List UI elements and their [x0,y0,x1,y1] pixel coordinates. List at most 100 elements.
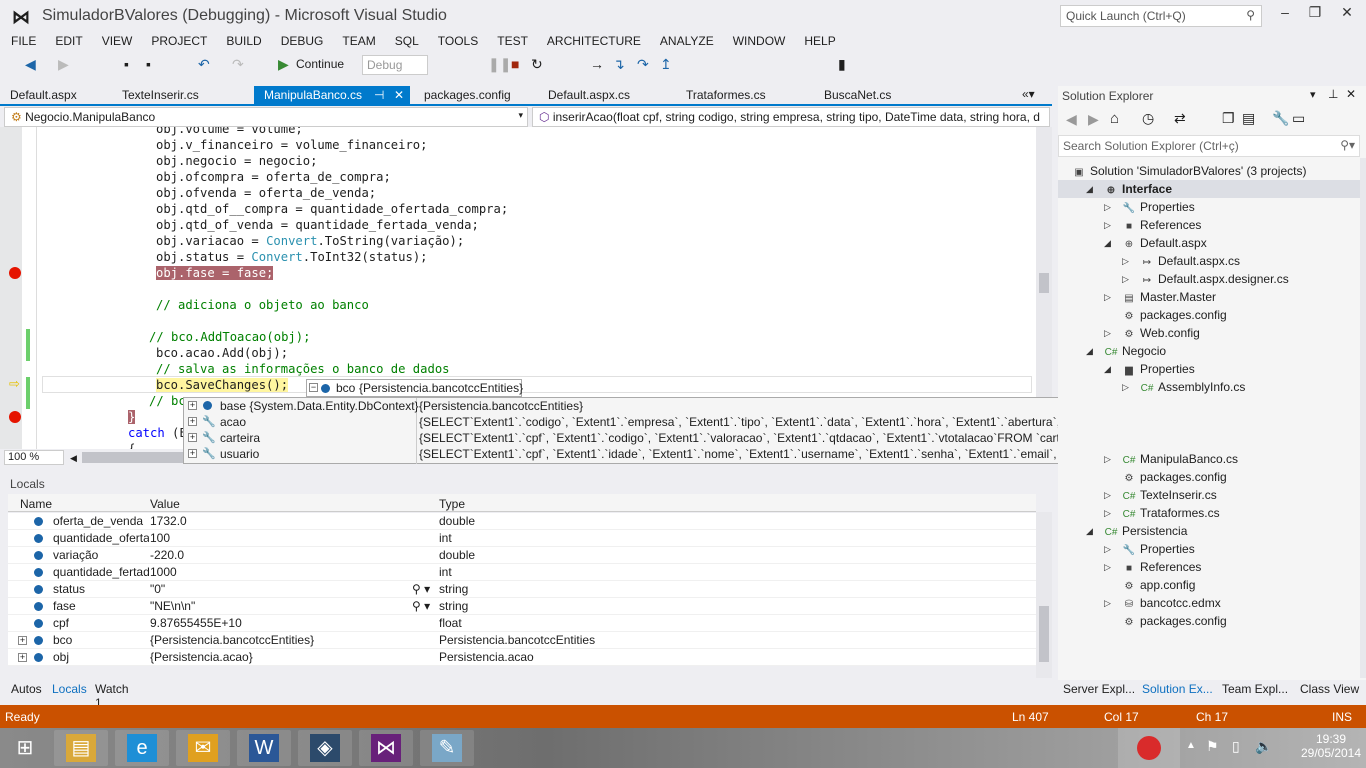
solution-item[interactable]: C# Negocio [1104,342,1166,360]
volume-icon[interactable]: 🔈 [1255,738,1272,755]
undo-icon[interactable]: ↶ [198,56,210,73]
collapsed-arrow-icon[interactable]: ▷ [1104,202,1111,213]
expand-icon[interactable]: + [18,636,27,645]
expand-icon[interactable]: + [188,401,197,410]
expanded-arrow-icon[interactable]: ◢ [1086,526,1093,537]
tab-default-aspx[interactable]: Default.aspx [0,86,120,104]
navigate-back-icon[interactable]: ◀ [25,56,36,73]
continue-icon[interactable]: ▶ [278,56,289,73]
show-all-files-icon[interactable]: ▤ [1242,110,1255,127]
local-value[interactable]: "NE\n\n" [150,598,195,615]
menu-file[interactable]: FILE [0,32,44,50]
mysql-workbench-icon[interactable]: ◈ [298,730,352,766]
tab-trataformes-cs[interactable]: Trataformes.cs [676,86,796,104]
outlook-icon[interactable]: ✉ [176,730,230,766]
solution-item[interactable]: 🔧 Properties [1122,540,1195,558]
local-value[interactable]: {Persistencia.acao} [150,649,253,666]
solution-item[interactable]: ⚙ app.config [1122,576,1196,594]
close-panel-icon[interactable]: ✕ [1346,87,1356,101]
solution-item[interactable]: ↦ Default.aspx.designer.cs [1140,270,1289,288]
locals-row[interactable]: quantidade_oferta 100 int [8,530,1036,547]
menu-team[interactable]: TEAM [331,32,383,50]
preview-icon[interactable]: ▭ [1292,110,1305,127]
collapsed-arrow-icon[interactable]: ▷ [1104,328,1111,339]
bookmark-icon[interactable]: ▮ [838,56,846,73]
expand-icon[interactable]: + [188,449,197,458]
continue-button[interactable]: Continue [296,57,344,71]
minimize-button[interactable]: – [1270,4,1300,26]
save-icon[interactable]: ▪ [124,56,129,72]
collapsed-arrow-icon[interactable]: ▷ [1122,382,1129,393]
step-out-icon[interactable]: ↥ [660,56,672,73]
home-icon[interactable]: ⌂ [1110,110,1119,127]
step-over-icon[interactable]: ↷ [637,56,649,73]
column-value[interactable]: Value [150,497,180,511]
tab-overflow-icon[interactable]: «▾ [1022,87,1035,101]
battery-icon[interactable]: ▯ [1232,738,1240,755]
solution-item[interactable]: ⛁ bancotcc.edmx [1122,594,1221,612]
expanded-arrow-icon[interactable]: ◢ [1104,238,1111,249]
action-center-flag-icon[interactable]: ⚑ [1206,738,1219,755]
solution-item[interactable]: ▆ Properties [1122,360,1195,378]
visual-studio-icon[interactable]: ⋈ [359,730,413,766]
clock[interactable]: 19:39 29/05/2014 [1300,732,1362,760]
menu-help[interactable]: HELP [793,32,843,50]
start-windows-icon[interactable]: ⊞ [0,730,50,766]
collapsed-arrow-icon[interactable]: ▷ [1104,292,1111,303]
collapsed-arrow-icon[interactable]: ▷ [1104,598,1111,609]
local-value[interactable]: 9.87655455E+10 [150,615,242,632]
maximize-button[interactable]: ❐ [1300,4,1330,26]
solution-item[interactable]: C# Trataformes.cs [1122,504,1220,522]
save-all-icon[interactable]: ▪ [146,56,151,72]
close-tab-icon[interactable]: ✕ [394,86,404,104]
pin-icon[interactable]: ⊥ [1328,87,1338,101]
tab-manipulabanco-cs[interactable]: ManipulaBanco.cs ⊣ ✕ [254,86,410,104]
back-icon[interactable]: ◀ [1066,111,1077,128]
text-visualizer-icon[interactable]: ⚲ ▾ [412,581,430,598]
paint-icon[interactable]: ✎ [420,730,474,766]
locals-scrollbar[interactable] [1036,512,1052,678]
locals-row[interactable]: variação -220.0 double [8,547,1036,564]
sync-icon[interactable]: ⇄ [1174,110,1186,127]
panel-menu-icon[interactable]: ▾ [1310,88,1316,101]
solution-item[interactable]: ▤ Master.Master [1122,288,1216,306]
menu-debug[interactable]: DEBUG [270,32,332,50]
solution-item[interactable]: ⊕ Interface [1104,180,1172,198]
forward-icon[interactable]: ▶ [1088,111,1099,128]
collapsed-arrow-icon[interactable]: ▷ [1104,508,1111,519]
tray-app-alert-icon[interactable] [1118,728,1180,768]
show-next-statement-icon[interactable]: → [590,56,604,72]
collapsed-arrow-icon[interactable]: ▷ [1104,490,1111,501]
tab-buscanet-cs[interactable]: BuscaNet.cs [814,86,934,104]
tab-class-view[interactable]: Class View [1300,682,1359,696]
local-value[interactable]: "0" [150,581,165,598]
redo-icon[interactable]: ↷ [232,56,244,73]
solution-item[interactable]: ▣ Solution 'SimuladorBValores' (3 project… [1072,162,1306,180]
text-visualizer-icon[interactable]: ⚲ ▾ [412,598,430,615]
collapsed-arrow-icon[interactable]: ▷ [1104,562,1111,573]
menu-architecture[interactable]: ARCHITECTURE [536,32,649,50]
solution-item[interactable]: C# ManipulaBanco.cs [1122,450,1238,468]
zoom-select[interactable]: 100 % [4,450,64,465]
solution-item[interactable]: C# TexteInserir.cs [1122,486,1217,504]
member-dropdown[interactable]: ⬡ inserirAcao(float cpf, string codigo, … [532,107,1050,127]
solution-item[interactable]: ⚙ packages.config [1122,306,1227,324]
solution-item[interactable]: C# Persistencia [1104,522,1188,540]
collapsed-arrow-icon[interactable]: ▷ [1122,256,1129,267]
local-value[interactable]: 1732.0 [150,513,187,530]
solution-item[interactable]: ■ References [1122,558,1201,576]
menu-project[interactable]: PROJECT [140,32,215,50]
solution-item[interactable]: ⚙ Web.config [1122,324,1200,342]
type-dropdown[interactable]: ⚙ Negocio.ManipulaBanco ▾ [4,107,528,127]
locals-row[interactable]: quantidade_fertad 1000 int [8,564,1036,581]
menu-build[interactable]: BUILD [215,32,269,50]
column-name[interactable]: Name [20,497,52,511]
menu-tools[interactable]: TOOLS [427,32,486,50]
tab-team-expl-[interactable]: Team Expl... [1222,682,1288,696]
pin-icon[interactable]: ⊣ [374,86,384,104]
quick-launch-input[interactable]: Quick Launch (Ctrl+Q) ⚲ [1060,5,1262,27]
locals-row[interactable]: fase "NE\n\n" ⚲ ▾ string [8,598,1036,615]
restart-icon[interactable]: ↻ [531,56,543,73]
breakpoint-icon[interactable] [9,411,21,423]
tab-server-expl-[interactable]: Server Expl... [1063,682,1135,696]
